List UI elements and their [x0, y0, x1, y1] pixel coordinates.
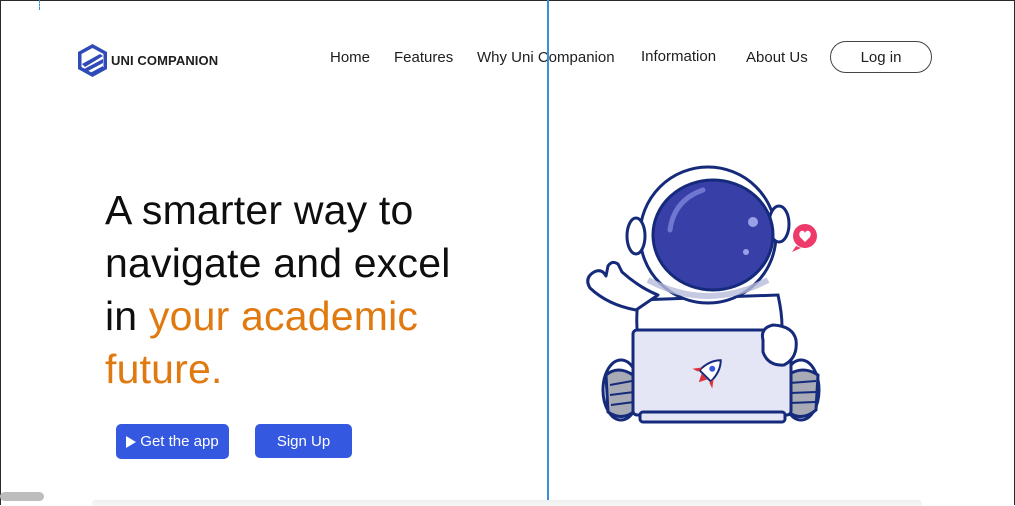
heart-icon [792, 224, 817, 252]
play-store-icon [126, 435, 137, 448]
section-divider [92, 500, 922, 506]
nav-information[interactable]: Information [641, 48, 716, 65]
hero-line-1: A smarter way to [105, 187, 414, 233]
nav-why-uni-companion[interactable]: Why Uni Companion [477, 49, 615, 66]
hero-line-2: navigate and excel [105, 240, 451, 286]
nav-home[interactable]: Home [330, 49, 370, 66]
sign-up-button[interactable]: Sign Up [255, 424, 352, 458]
get-the-app-button[interactable]: Get the app [116, 424, 229, 459]
nav-about-us[interactable]: About Us [746, 49, 808, 66]
astronaut-illustration [586, 165, 821, 424]
hero-line-4-accent: future. [105, 346, 223, 392]
get-the-app-label: Get the app [140, 433, 219, 450]
layout-guide-line [547, 0, 549, 506]
login-button[interactable]: Log in [830, 41, 932, 73]
horizontal-scrollbar[interactable] [0, 492, 44, 501]
nav-features[interactable]: Features [394, 49, 453, 66]
hero-line-3-accent: your academic [148, 293, 419, 339]
hero-line-3-plain: in [105, 293, 149, 339]
hero-headline: A smarter way to navigate and excel in y… [105, 184, 451, 396]
guide-marker [39, 0, 41, 10]
